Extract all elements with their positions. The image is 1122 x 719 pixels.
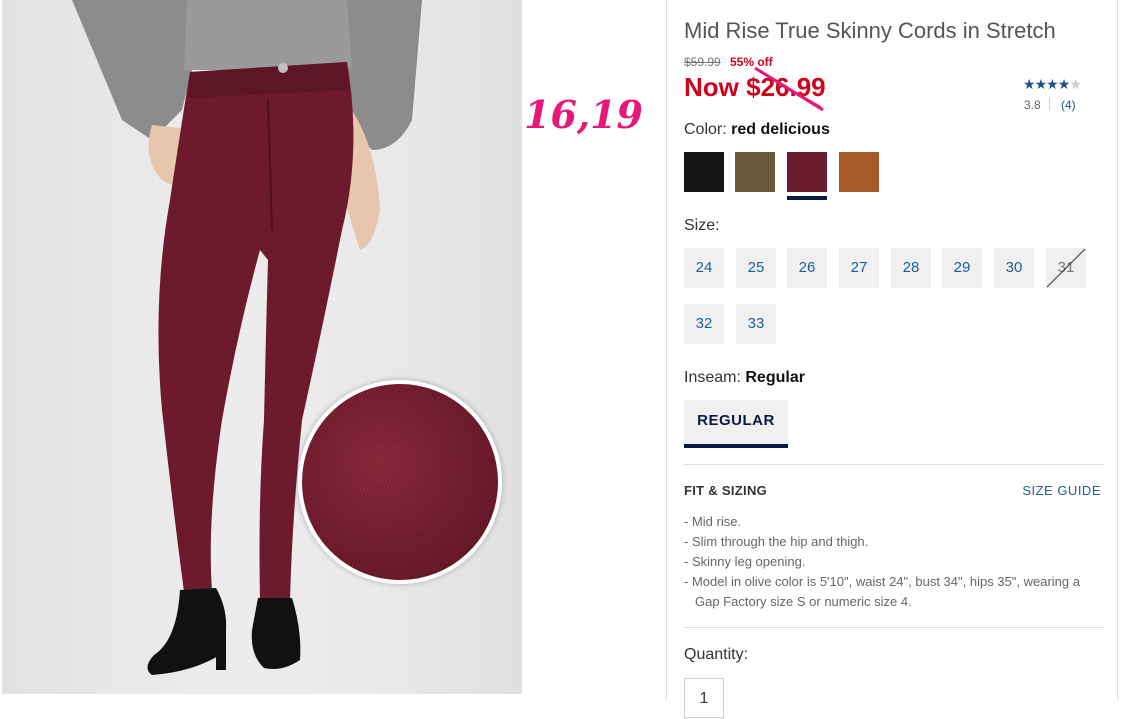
size-option[interactable]: 32 — [684, 304, 724, 344]
size-label: Size: — [684, 217, 720, 234]
color-swatch-cognac[interactable] — [839, 152, 879, 192]
selected-swatch-indicator — [787, 196, 827, 200]
color-swatch-black[interactable] — [684, 152, 724, 192]
size-option[interactable]: 25 — [736, 248, 776, 288]
color-label: Color: red delicious — [684, 121, 830, 139]
selected-color-name: red delicious — [731, 121, 830, 138]
star-icon: ★ — [1023, 76, 1036, 92]
fit-detail-item: - Model in olive color is 5'10", waist 2… — [684, 574, 1080, 609]
inseam-option-regular[interactable]: REGULAR — [684, 400, 788, 444]
product-details-panel: Mid Rise True Skinny Cords in Stretch $5… — [666, 0, 1118, 718]
product-image[interactable] — [2, 0, 522, 694]
price-strike-annotation — [754, 66, 824, 112]
section-divider — [684, 464, 1104, 465]
size-guide-link[interactable]: SIZE GUIDE — [1022, 483, 1101, 498]
unavailable-strike-icon — [1046, 248, 1086, 288]
original-price: $59.99 — [684, 55, 721, 69]
star-icon: ★ — [1046, 76, 1059, 92]
rating-stars[interactable]: ★★★★★ — [1023, 76, 1082, 93]
fit-sizing-heading: FIT & SIZING — [684, 483, 768, 498]
color-label-text: Color: — [684, 121, 727, 138]
model-illustration — [72, 0, 422, 675]
handwritten-price-annotation: 16,19 — [524, 92, 643, 137]
fabric-zoom-swatch — [298, 380, 502, 584]
fit-details-list: - Mid rise. - Slim through the hip and t… — [684, 512, 1104, 612]
rating-divider — [1049, 97, 1050, 110]
size-option-unavailable[interactable]: 31 — [1046, 248, 1086, 288]
review-count-link[interactable]: (4) — [1061, 98, 1076, 112]
color-swatch-olive[interactable] — [735, 152, 775, 192]
inseam-label-text: Inseam: — [684, 369, 741, 386]
selected-inseam-indicator — [684, 444, 788, 448]
size-option[interactable]: 28 — [891, 248, 931, 288]
star-empty-icon: ★ — [1069, 76, 1082, 92]
selected-inseam: Regular — [745, 369, 805, 386]
section-divider — [684, 627, 1104, 628]
size-option[interactable]: 24 — [684, 248, 724, 288]
fit-detail-item: - Mid rise. — [684, 514, 742, 529]
star-icon: ★ — [1057, 76, 1071, 92]
quantity-label: Quantity: — [684, 646, 749, 663]
quantity-input[interactable]: 1 — [684, 678, 724, 718]
size-option[interactable]: 26 — [787, 248, 827, 288]
size-option[interactable]: 27 — [839, 248, 879, 288]
size-option[interactable]: 33 — [736, 304, 776, 344]
size-option[interactable]: 30 — [994, 248, 1034, 288]
inseam-label: Inseam: Regular — [684, 369, 805, 387]
fit-detail-item: - Skinny leg opening. — [684, 554, 806, 569]
rating-value: 3.8 — [1024, 98, 1041, 112]
size-option[interactable]: 29 — [942, 248, 982, 288]
star-icon: ★ — [1034, 76, 1048, 92]
product-title: Mid Rise True Skinny Cords in Stretch — [684, 18, 1056, 43]
fit-detail-item: - Slim through the hip and thigh. — [684, 534, 869, 549]
color-swatch-red-delicious[interactable] — [787, 152, 827, 192]
